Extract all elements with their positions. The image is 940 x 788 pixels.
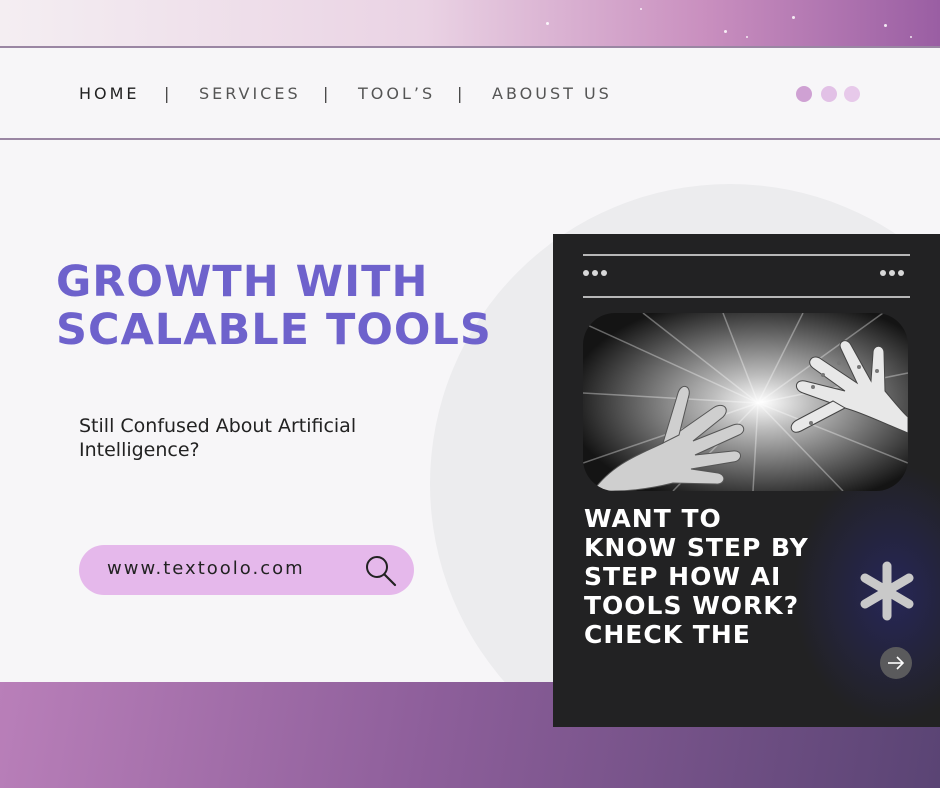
- hero-subtitle: Still Confused About Artificial Intellig…: [79, 415, 357, 461]
- sparkle: [884, 24, 887, 27]
- hands-image: [583, 313, 908, 491]
- hero-headline: GROWTH WITH SCALABLE TOOLS: [56, 257, 492, 355]
- navbar: HOME | SERVICES | TOOL’S | ABOUST US: [0, 46, 940, 140]
- nav-separator: |: [457, 84, 463, 103]
- promo-card: WANT TO KNOW STEP BY STEP HOW AI TOOLS W…: [553, 234, 940, 727]
- nav-tools[interactable]: TOOL’S: [358, 84, 435, 103]
- card-dots-right: [880, 270, 904, 276]
- top-gradient-band: [0, 0, 940, 46]
- sparkle: [724, 30, 727, 33]
- sparkle: [792, 16, 795, 19]
- asterisk-icon: [860, 561, 914, 621]
- nav-home[interactable]: HOME: [79, 84, 140, 103]
- nav-separator: |: [164, 84, 170, 103]
- nav-about-us[interactable]: ABOUST US: [492, 84, 612, 103]
- decor-dot: [796, 86, 812, 102]
- sparkle: [640, 8, 642, 10]
- search-bar[interactable]: www.textoolo.com: [79, 545, 414, 595]
- arrow-right-icon: [888, 656, 905, 670]
- sparkle: [746, 36, 748, 38]
- sparkle: [910, 36, 912, 38]
- decor-dot: [844, 86, 860, 102]
- search-input[interactable]: www.textoolo.com: [107, 558, 305, 579]
- nav-services[interactable]: SERVICES: [199, 84, 301, 103]
- nav-separator: |: [323, 84, 329, 103]
- next-arrow-button[interactable]: [880, 647, 912, 679]
- search-icon[interactable]: [364, 554, 398, 588]
- card-dots-left: [583, 270, 607, 276]
- decor-dot: [821, 86, 837, 102]
- sparkle: [546, 22, 549, 25]
- card-headline: WANT TO KNOW STEP BY STEP HOW AI TOOLS W…: [584, 504, 809, 649]
- card-divider: [583, 296, 910, 298]
- card-divider: [583, 254, 910, 256]
